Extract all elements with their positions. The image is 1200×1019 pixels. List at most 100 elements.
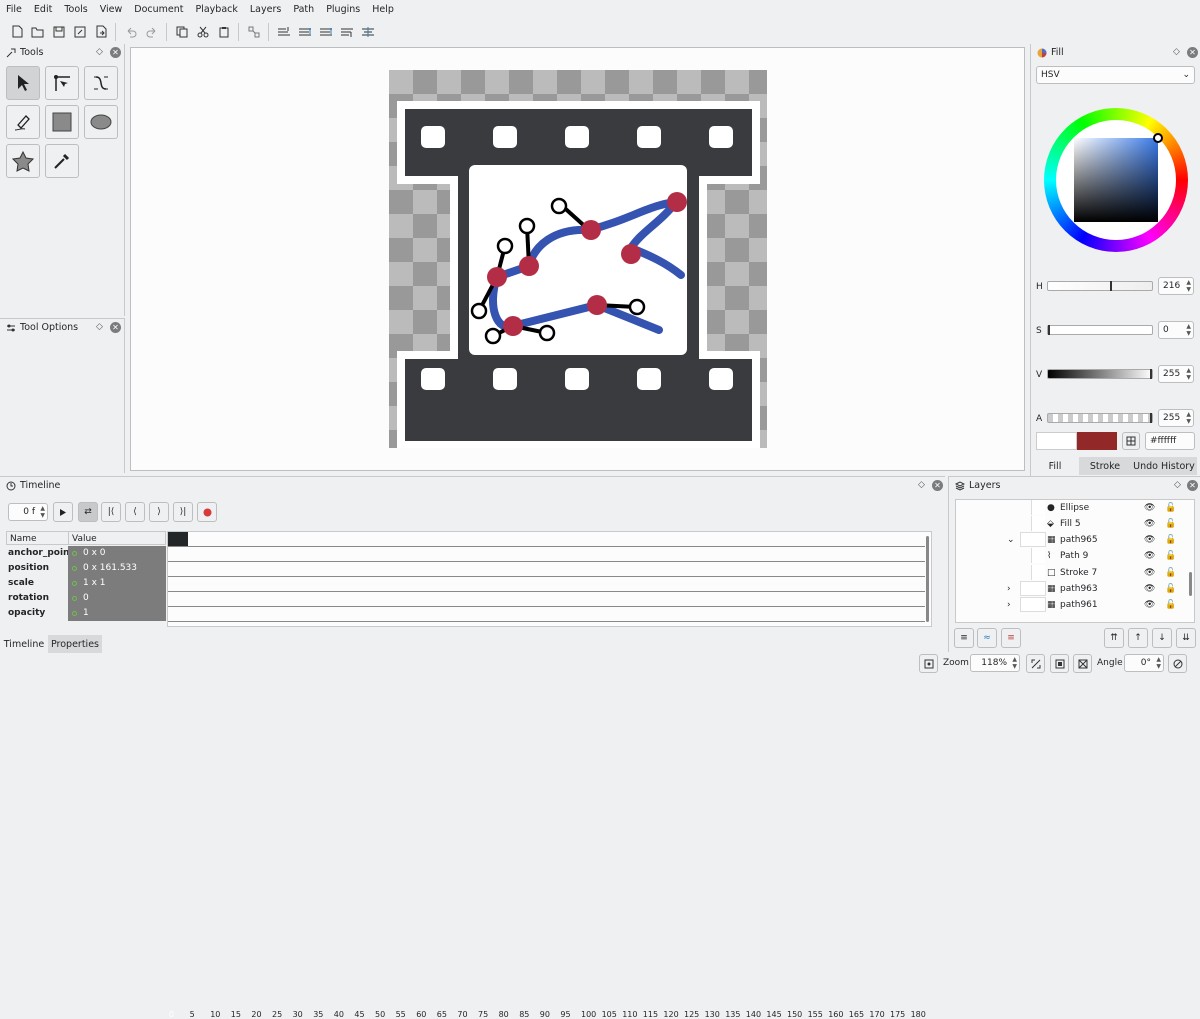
lock-icon[interactable]: 🔓: [1165, 551, 1176, 561]
float-icon[interactable]: ◇: [918, 480, 925, 490]
menu-help[interactable]: Help: [366, 0, 400, 19]
layer-name[interactable]: Fill 5: [1060, 519, 1081, 529]
primary-color-swatch[interactable]: [1036, 432, 1077, 450]
copy-icon[interactable]: [171, 21, 192, 42]
reset-rotation-icon[interactable]: [1168, 654, 1187, 673]
new-file-icon[interactable]: [6, 21, 27, 42]
menu-tools[interactable]: Tools: [58, 0, 93, 19]
raise-icon[interactable]: [294, 21, 315, 42]
tab-stroke[interactable]: Stroke: [1079, 457, 1131, 475]
eye-icon[interactable]: 👁: [1144, 519, 1155, 529]
lock-icon[interactable]: 🔓: [1165, 600, 1176, 610]
eye-icon[interactable]: 👁: [1144, 503, 1155, 513]
undo-icon[interactable]: [120, 21, 141, 42]
menu-path[interactable]: Path: [287, 0, 320, 19]
export-icon[interactable]: [90, 21, 111, 42]
raise-layer-button[interactable]: ↑: [1128, 628, 1148, 648]
close-icon[interactable]: ✕: [1187, 47, 1198, 58]
layer-row[interactable]: ⬙ Fill 5 👁 🔓: [955, 516, 1183, 532]
eye-icon[interactable]: 👁: [1144, 535, 1155, 545]
menu-edit[interactable]: Edit: [28, 0, 58, 19]
timeline-track-area[interactable]: [167, 531, 932, 627]
zoom-page-icon[interactable]: [1073, 654, 1092, 673]
layer-name[interactable]: path963: [1060, 584, 1098, 594]
lock-icon[interactable]: 🔓: [1165, 503, 1176, 513]
record-button[interactable]: [197, 502, 217, 522]
layer-row[interactable]: › ▦ path963 👁 🔓: [955, 581, 1183, 597]
color-picker-tool-button[interactable]: [45, 144, 79, 178]
lower-to-bottom-icon[interactable]: [336, 21, 357, 42]
menu-file[interactable]: File: [0, 0, 28, 19]
ellipse-tool-button[interactable]: [84, 105, 118, 139]
menu-layers[interactable]: Layers: [244, 0, 287, 19]
chevron-right-icon[interactable]: ›: [1007, 584, 1011, 594]
eye-icon[interactable]: 👁: [1144, 551, 1155, 561]
layer-name[interactable]: path961: [1060, 600, 1098, 610]
bezier-tool-button[interactable]: [84, 66, 118, 100]
raise-layer-top-button[interactable]: ⇈: [1104, 628, 1124, 648]
layer-row[interactable]: ⌄ ▦ path965 👁 🔓: [955, 532, 1183, 548]
close-icon[interactable]: ✕: [110, 322, 121, 333]
eye-icon[interactable]: 👁: [1144, 584, 1155, 594]
draw-tool-button[interactable]: [6, 105, 40, 139]
menu-view[interactable]: View: [94, 0, 129, 19]
previous-frame-button[interactable]: ⟨: [125, 502, 145, 522]
secondary-color-swatch[interactable]: [1077, 432, 1117, 450]
tab-timeline[interactable]: Timeline: [0, 635, 48, 653]
layer-row[interactable]: ● Ellipse 👁 🔓: [955, 500, 1183, 516]
save-as-icon[interactable]: [69, 21, 90, 42]
table-row[interactable]: position 0 x 161.533: [6, 561, 166, 576]
eye-icon[interactable]: 👁: [1144, 568, 1155, 578]
close-icon[interactable]: ✕: [110, 47, 121, 58]
angle-spinbox[interactable]: 0° ▲ ▼: [1124, 654, 1164, 672]
tab-undo-history[interactable]: Undo History: [1131, 457, 1197, 475]
palette-icon[interactable]: [1122, 432, 1140, 450]
tab-fill[interactable]: Fill: [1031, 457, 1079, 475]
lock-icon[interactable]: 🔓: [1165, 584, 1176, 594]
color-picker-handle[interactable]: [1153, 133, 1163, 143]
chevron-down-icon[interactable]: ⌄: [1007, 535, 1015, 545]
table-row[interactable]: anchor_point 0 x 0: [6, 546, 166, 561]
value-spinbox[interactable]: 255 ▲ ▼: [1158, 365, 1194, 383]
layer-row[interactable]: □ Stroke 7 👁 🔓: [955, 565, 1183, 581]
frame-spinbox[interactable]: 0 f ▲ ▼: [8, 503, 48, 521]
eye-icon[interactable]: 👁: [1144, 600, 1155, 610]
float-icon[interactable]: ◇: [96, 322, 103, 332]
menu-plugins[interactable]: Plugins: [320, 0, 366, 19]
table-row[interactable]: scale 1 x 1: [6, 576, 166, 591]
select-tool-button[interactable]: [6, 66, 40, 100]
play-button[interactable]: [53, 502, 73, 522]
redo-icon[interactable]: [141, 21, 162, 42]
group-objects-icon[interactable]: [243, 21, 264, 42]
alpha-spinbox[interactable]: 255 ▲ ▼: [1158, 409, 1194, 427]
property-value[interactable]: 0 x 161.533: [83, 563, 137, 573]
raise-to-top-icon[interactable]: [273, 21, 294, 42]
cut-icon[interactable]: [192, 21, 213, 42]
layer-name[interactable]: Path 9: [1060, 551, 1088, 561]
next-frame-button[interactable]: ⟩: [149, 502, 169, 522]
float-icon[interactable]: ◇: [96, 47, 103, 57]
edit-tool-button[interactable]: [45, 66, 79, 100]
property-value[interactable]: 1: [83, 608, 89, 618]
chevron-right-icon[interactable]: ›: [1007, 600, 1011, 610]
float-icon[interactable]: ◇: [1173, 47, 1180, 57]
lock-icon[interactable]: 🔓: [1165, 535, 1176, 545]
star-tool-button[interactable]: [6, 144, 40, 178]
first-frame-button[interactable]: |⟨: [101, 502, 121, 522]
lock-icon[interactable]: 🔓: [1165, 568, 1176, 578]
timeline-scrollbar[interactable]: [926, 536, 929, 622]
color-mode-select[interactable]: HSV ⌄: [1036, 66, 1195, 84]
hue-spinbox[interactable]: 216 ▲ ▼: [1158, 277, 1194, 295]
playhead-marker[interactable]: [168, 532, 188, 546]
zoom-spinbox[interactable]: 118% ▲ ▼: [970, 654, 1020, 672]
last-frame-button[interactable]: ⟩|: [173, 502, 193, 522]
layer-name[interactable]: Ellipse: [1060, 503, 1089, 513]
save-icon[interactable]: [48, 21, 69, 42]
loop-button[interactable]: ⇄: [78, 502, 98, 522]
zoom-1to1-icon[interactable]: [1026, 654, 1045, 673]
paste-icon[interactable]: [213, 21, 234, 42]
saturation-value-square[interactable]: [1074, 138, 1158, 222]
open-folder-icon[interactable]: [27, 21, 48, 42]
table-row[interactable]: rotation 0: [6, 591, 166, 606]
layer-name[interactable]: Stroke 7: [1060, 568, 1097, 578]
